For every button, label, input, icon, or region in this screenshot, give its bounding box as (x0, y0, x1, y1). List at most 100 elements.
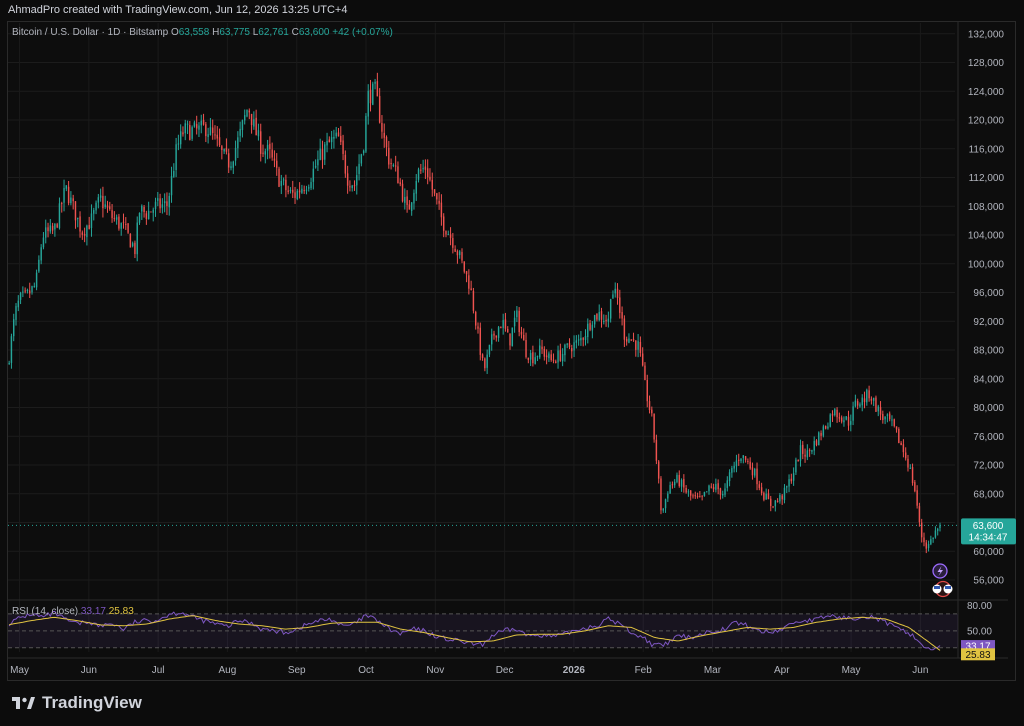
candle-body (145, 213, 148, 219)
candle-body (536, 356, 539, 358)
candle-body (298, 190, 301, 193)
candle-body (326, 140, 328, 146)
candle-body (29, 290, 31, 294)
candle-body (930, 539, 932, 545)
candle-body (340, 135, 342, 142)
candle-body (90, 213, 93, 229)
candle-body (472, 290, 475, 311)
candle-body (33, 286, 36, 288)
candle-body (557, 350, 559, 363)
candle-body (115, 217, 118, 220)
candle-body (868, 390, 870, 399)
candle-body (175, 144, 177, 171)
candle-body (173, 171, 175, 177)
candle-body (648, 401, 651, 411)
candle-body (689, 490, 692, 496)
candle-body (474, 312, 477, 326)
candle-body (454, 248, 456, 252)
time-tick-label: Nov (426, 665, 444, 676)
candle-body (436, 193, 438, 200)
time-tick-label: 2026 (563, 665, 586, 676)
candle-body (216, 134, 218, 139)
candle-body (747, 460, 749, 462)
candle-body (566, 343, 568, 345)
candle-body (207, 134, 209, 138)
candle-body (909, 467, 911, 469)
candle-body (353, 185, 356, 187)
candle-body (722, 494, 724, 496)
candle-body (314, 166, 317, 168)
candle-body (717, 483, 719, 490)
candle-body (99, 195, 102, 198)
candle-body (529, 353, 532, 360)
candle-body (927, 543, 930, 549)
candle-body (886, 414, 889, 416)
candle-body (35, 272, 38, 288)
open-label: O (170, 27, 179, 38)
candle-body (10, 336, 13, 363)
candle-body (214, 134, 216, 136)
candle-body (289, 189, 292, 192)
candle-body (404, 196, 406, 203)
candle-body (260, 131, 262, 154)
candle-body (239, 128, 241, 136)
candle-body (312, 168, 315, 182)
rsi-tick-label: 50.00 (967, 626, 992, 637)
candle-body (319, 148, 321, 160)
candle-body (74, 201, 77, 221)
candle-body (616, 288, 619, 298)
candle-body (134, 242, 136, 255)
candle-body (493, 333, 495, 336)
candle-body (477, 326, 479, 329)
candle-body (461, 252, 463, 261)
candle-body (410, 202, 413, 211)
candle-body (17, 300, 20, 308)
candle-body (847, 416, 850, 426)
candle-body (383, 132, 385, 138)
candle-body (237, 137, 239, 149)
candle-body (829, 414, 831, 427)
close-value: 63,600 (298, 27, 330, 38)
price-tick-label: 60,000 (973, 547, 1004, 558)
candle-body (836, 409, 838, 418)
candle-body (660, 478, 662, 511)
close-label: C (291, 27, 299, 38)
candle-body (328, 139, 331, 143)
candle-body (349, 186, 351, 188)
candle-body (763, 492, 765, 500)
candle-body (596, 313, 598, 320)
candle-body (223, 149, 225, 152)
candle-body (374, 81, 376, 84)
candle-body (301, 188, 303, 193)
candle-body (895, 426, 898, 430)
candle-body (664, 499, 667, 509)
candle-body (296, 190, 299, 200)
candle-body (362, 150, 365, 154)
candle-body (250, 113, 253, 125)
candle-body (802, 444, 804, 454)
candle-body (765, 493, 767, 500)
candles-layer (8, 72, 941, 554)
candle-body (152, 209, 154, 213)
candle-body (72, 198, 74, 202)
candle-body (918, 506, 921, 523)
chart-canvas[interactable]: 132,000 128,000 124,000 120,000 116,000 112,0… (0, 0, 1024, 726)
price-tick-label: 124,000 (968, 87, 1005, 98)
candle-body (772, 506, 774, 508)
candle-body (484, 358, 486, 369)
candle-body (179, 131, 182, 145)
candle-body (838, 417, 841, 419)
candle-body (157, 198, 159, 201)
candle-body (564, 344, 566, 356)
candle-body (79, 216, 81, 232)
candle-body (42, 237, 45, 248)
candle-body (641, 353, 644, 366)
time-tick-label: Dec (496, 665, 514, 676)
candle-body (8, 362, 10, 364)
candle-body (438, 200, 440, 204)
candle-body (63, 188, 65, 203)
price-tick-label: 84,000 (973, 374, 1004, 385)
candle-body (280, 180, 283, 186)
candle-body (431, 179, 433, 190)
candle-body (580, 337, 582, 341)
